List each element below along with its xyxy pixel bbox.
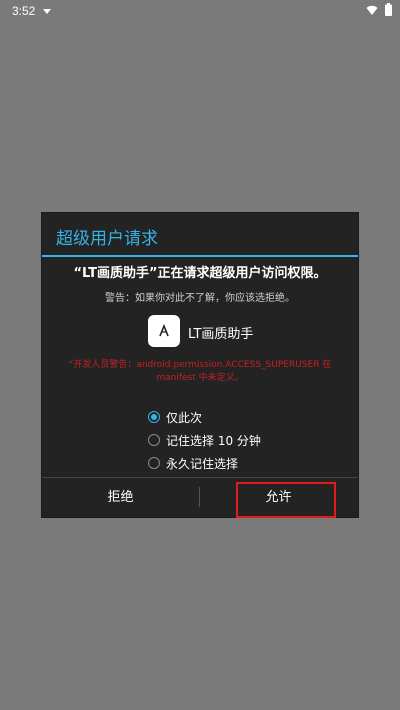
option-label: 仅此次 <box>166 411 203 425</box>
radio-button[interactable] <box>148 434 160 446</box>
notification-arrow-icon <box>43 9 51 14</box>
deny-button[interactable]: 拒绝 <box>42 478 199 517</box>
app-logo-icon <box>159 323 169 337</box>
request-headline: “LT画质助手”正在请求超级用户访问权限。 <box>73 266 327 281</box>
title-divider <box>42 255 358 257</box>
status-time: 3:52 <box>12 4 36 18</box>
superuser-request-dialog: 超级用户请求 “LT画质助手”正在请求超级用户访问权限。 警告：如果你对此不了解… <box>42 213 358 517</box>
warning-text: 警告：如果你对此不了解，你应该选拒绝。 <box>105 293 295 304</box>
app-icon <box>148 315 180 347</box>
dialog-title: 超级用户请求 <box>56 229 158 249</box>
radio-button-checked[interactable] <box>148 411 160 423</box>
developer-warning: “开发人员警告：android.permission.ACCESS_SUPERU… <box>68 360 332 383</box>
status-bar: 3:52 <box>0 0 400 24</box>
allow-button[interactable]: 允许 <box>200 478 357 517</box>
option-label: 永久记住选择 <box>166 457 239 471</box>
radio-button[interactable] <box>148 457 160 469</box>
battery-icon <box>385 3 392 16</box>
app-name: LT画质助手 <box>188 327 254 342</box>
wifi-icon <box>366 5 378 15</box>
option-label: 记住选择 10 分钟 <box>166 434 261 448</box>
